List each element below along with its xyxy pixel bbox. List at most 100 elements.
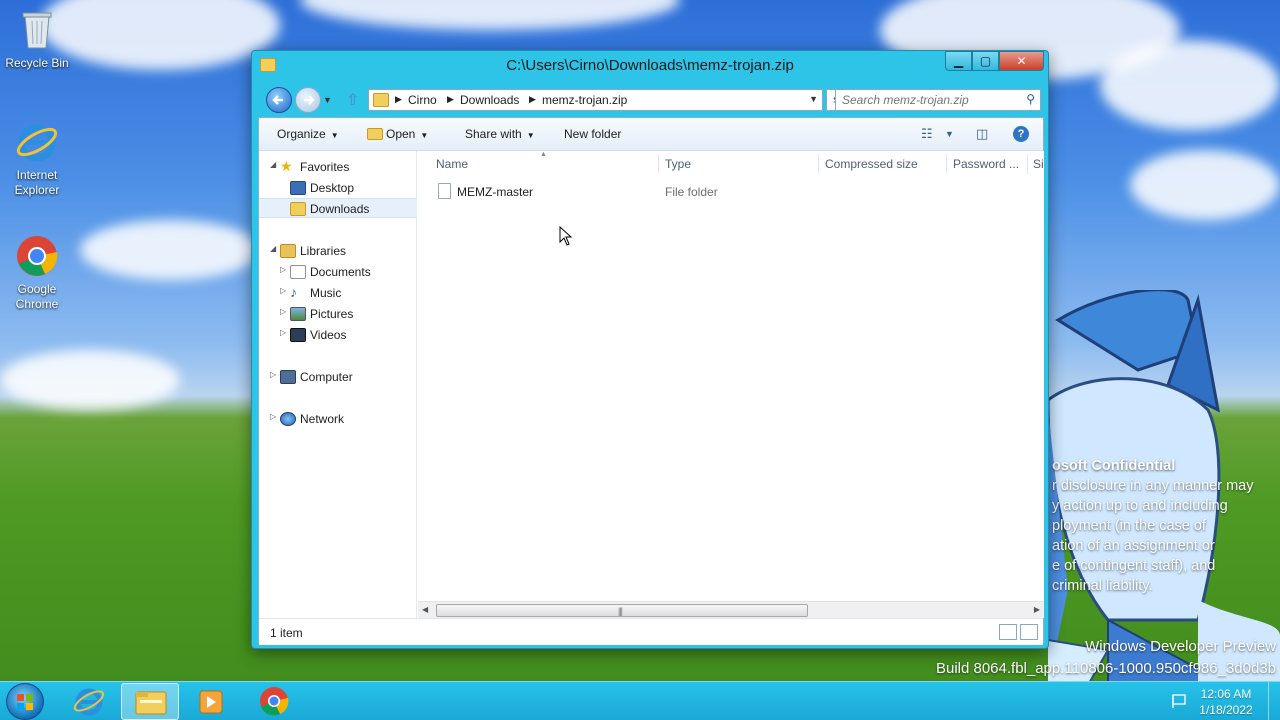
pictures-icon bbox=[290, 307, 306, 321]
desktop-icon-label: Google Chrome bbox=[15, 282, 59, 311]
taskbar-internet-explorer[interactable] bbox=[60, 683, 118, 720]
up-arrow-icon[interactable]: ⇧ bbox=[346, 90, 359, 110]
downloads-folder-icon bbox=[290, 202, 306, 216]
breadcrumb-downloads[interactable]: Downloads bbox=[460, 93, 519, 107]
file-list: ▲ Name Type Compressed size Password ...… bbox=[418, 151, 1044, 618]
collapse-triangle-icon[interactable]: ▷ bbox=[280, 328, 286, 337]
breadcrumb-separator-icon[interactable]: ▶ bbox=[529, 94, 536, 105]
collapse-triangle-icon[interactable]: ▷ bbox=[270, 412, 276, 421]
organize-button[interactable]: Organize ▼ bbox=[277, 127, 339, 141]
column-header-name[interactable]: Name bbox=[436, 157, 468, 171]
column-divider[interactable] bbox=[1027, 154, 1028, 174]
nav-label: Documents bbox=[310, 265, 371, 279]
explorer-body: Organize ▼ Open ▼ Share with ▼ New folder ☷… bbox=[258, 117, 1044, 645]
scroll-left-icon[interactable]: ◀ bbox=[422, 605, 428, 614]
minimize-button[interactable]: ▁ bbox=[945, 51, 972, 71]
share-with-button[interactable]: Share with ▼ bbox=[465, 127, 535, 141]
forward-button[interactable] bbox=[295, 87, 321, 113]
chevron-down-icon[interactable]: ▼ bbox=[809, 94, 818, 104]
new-folder-button[interactable]: New folder bbox=[564, 127, 621, 141]
column-header-password[interactable]: Password ... bbox=[953, 157, 1019, 171]
collapse-triangle-icon[interactable]: ▷ bbox=[280, 265, 286, 274]
nav-item-libraries[interactable]: ◢ Libraries bbox=[259, 241, 417, 261]
chevron-down-icon: ▼ bbox=[526, 131, 535, 140]
desktop-google-chrome[interactable]: Google Chrome bbox=[0, 234, 74, 312]
system-clock[interactable]: 12:06 AM 1/18/2022 bbox=[1196, 686, 1256, 718]
expand-triangle-icon[interactable]: ◢ bbox=[270, 160, 276, 169]
maximize-button[interactable]: ▢ bbox=[972, 51, 999, 71]
nav-item-network[interactable]: ▷ Network bbox=[259, 409, 417, 429]
chevron-down-icon: ▼ bbox=[420, 131, 429, 140]
column-divider[interactable] bbox=[658, 154, 659, 174]
large-icons-view-icon[interactable] bbox=[1020, 624, 1038, 640]
breadcrumb-separator-icon[interactable]: ▶ bbox=[395, 94, 402, 105]
search-icon[interactable]: ⚲ bbox=[1026, 92, 1035, 106]
nav-label: Pictures bbox=[310, 307, 354, 321]
search-box[interactable]: ⚲ bbox=[835, 89, 1041, 111]
taskbar-file-explorer[interactable] bbox=[121, 683, 179, 720]
explorer-window[interactable]: C:\Users\Cirno\Downloads\memz-trojan.zip… bbox=[251, 50, 1049, 649]
action-center-flag-icon[interactable] bbox=[1171, 693, 1187, 709]
nav-label: Libraries bbox=[300, 244, 347, 258]
desktop-icon-label: Internet Explorer bbox=[14, 168, 60, 197]
collapse-triangle-icon[interactable]: ▷ bbox=[270, 370, 276, 379]
nav-item-videos[interactable]: ▷ Videos bbox=[259, 325, 417, 345]
scrollbar-thumb[interactable]: ||| bbox=[436, 604, 808, 617]
watermark-line: y action up to and including bbox=[1052, 498, 1228, 514]
desktop-icon-label: Recycle Bin bbox=[5, 56, 69, 70]
help-icon[interactable]: ? bbox=[1013, 126, 1029, 142]
search-input[interactable] bbox=[842, 92, 1012, 108]
show-desktop-button[interactable] bbox=[1268, 682, 1280, 720]
organize-label: Organize bbox=[277, 127, 326, 141]
recent-locations-dropdown[interactable]: ▼ bbox=[323, 95, 332, 105]
breadcrumb-separator-icon[interactable]: ▶ bbox=[447, 94, 454, 105]
change-view-icon[interactable]: ☷ bbox=[921, 126, 933, 142]
back-button[interactable] bbox=[266, 87, 292, 113]
media-player-icon bbox=[199, 690, 223, 714]
chevron-down-icon: ▼ bbox=[330, 131, 339, 140]
nav-item-computer[interactable]: ▷ Computer bbox=[259, 367, 417, 387]
collapse-triangle-icon[interactable]: ▷ bbox=[280, 286, 286, 295]
nav-item-favorites[interactable]: ◢ ★ Favorites bbox=[259, 157, 417, 177]
nav-item-desktop[interactable]: Desktop bbox=[259, 178, 417, 198]
column-header-type[interactable]: Type bbox=[665, 157, 691, 171]
nav-item-documents[interactable]: ▷ Documents bbox=[259, 262, 417, 282]
file-icon bbox=[438, 183, 451, 199]
chrome-icon bbox=[260, 687, 289, 716]
collapse-triangle-icon[interactable]: ▷ bbox=[280, 307, 286, 316]
back-arrow-icon bbox=[272, 95, 283, 105]
watermark-line: ation of an assignment or bbox=[1052, 538, 1215, 554]
column-divider[interactable] bbox=[946, 154, 947, 174]
nav-item-downloads[interactable]: Downloads bbox=[259, 198, 417, 218]
cloud bbox=[0, 350, 180, 410]
breadcrumb-cirno[interactable]: Cirno bbox=[408, 93, 437, 107]
item-count: 1 item bbox=[270, 626, 303, 640]
horizontal-scrollbar[interactable]: ◀ ||| ▶ bbox=[418, 601, 1044, 618]
file-row[interactable]: MEMZ-master File folder bbox=[434, 181, 1034, 203]
desktop-internet-explorer[interactable]: Internet Explorer bbox=[0, 120, 74, 198]
breadcrumb-zip[interactable]: memz-trojan.zip bbox=[542, 93, 627, 107]
expand-triangle-icon[interactable]: ◢ bbox=[270, 244, 276, 253]
preview-pane-icon[interactable]: ◫ bbox=[976, 126, 988, 142]
folder-icon bbox=[373, 93, 389, 107]
desktop-recycle-bin[interactable]: Recycle Bin bbox=[0, 8, 74, 71]
watermark-heading: osoft Confidential bbox=[1052, 458, 1176, 474]
column-divider[interactable] bbox=[818, 154, 819, 174]
taskbar-media-player[interactable] bbox=[182, 683, 240, 720]
column-header-size[interactable]: Si bbox=[1033, 157, 1044, 171]
address-bar[interactable]: ▶ Cirno ▶ Downloads ▶ memz-trojan.zip ▼ bbox=[368, 89, 823, 111]
chevron-down-icon[interactable]: ▼ bbox=[945, 129, 954, 139]
start-button[interactable] bbox=[6, 683, 44, 720]
recycle-bin-icon bbox=[15, 8, 59, 52]
open-button[interactable]: Open ▼ bbox=[367, 127, 428, 141]
scroll-right-icon[interactable]: ▶ bbox=[1034, 605, 1040, 614]
details-view-icon[interactable] bbox=[999, 624, 1017, 640]
nav-label: Desktop bbox=[310, 181, 355, 195]
column-header-compressed-size[interactable]: Compressed size bbox=[825, 157, 918, 171]
taskbar-google-chrome[interactable] bbox=[245, 683, 303, 720]
file-explorer-icon bbox=[135, 691, 167, 715]
nav-item-music[interactable]: ▷ ♪ Music bbox=[259, 283, 417, 303]
nav-item-pictures[interactable]: ▷ Pictures bbox=[259, 304, 417, 324]
close-button[interactable]: ✕ bbox=[999, 51, 1044, 71]
title-bar[interactable]: C:\Users\Cirno\Downloads\memz-trojan.zip… bbox=[252, 51, 1048, 81]
